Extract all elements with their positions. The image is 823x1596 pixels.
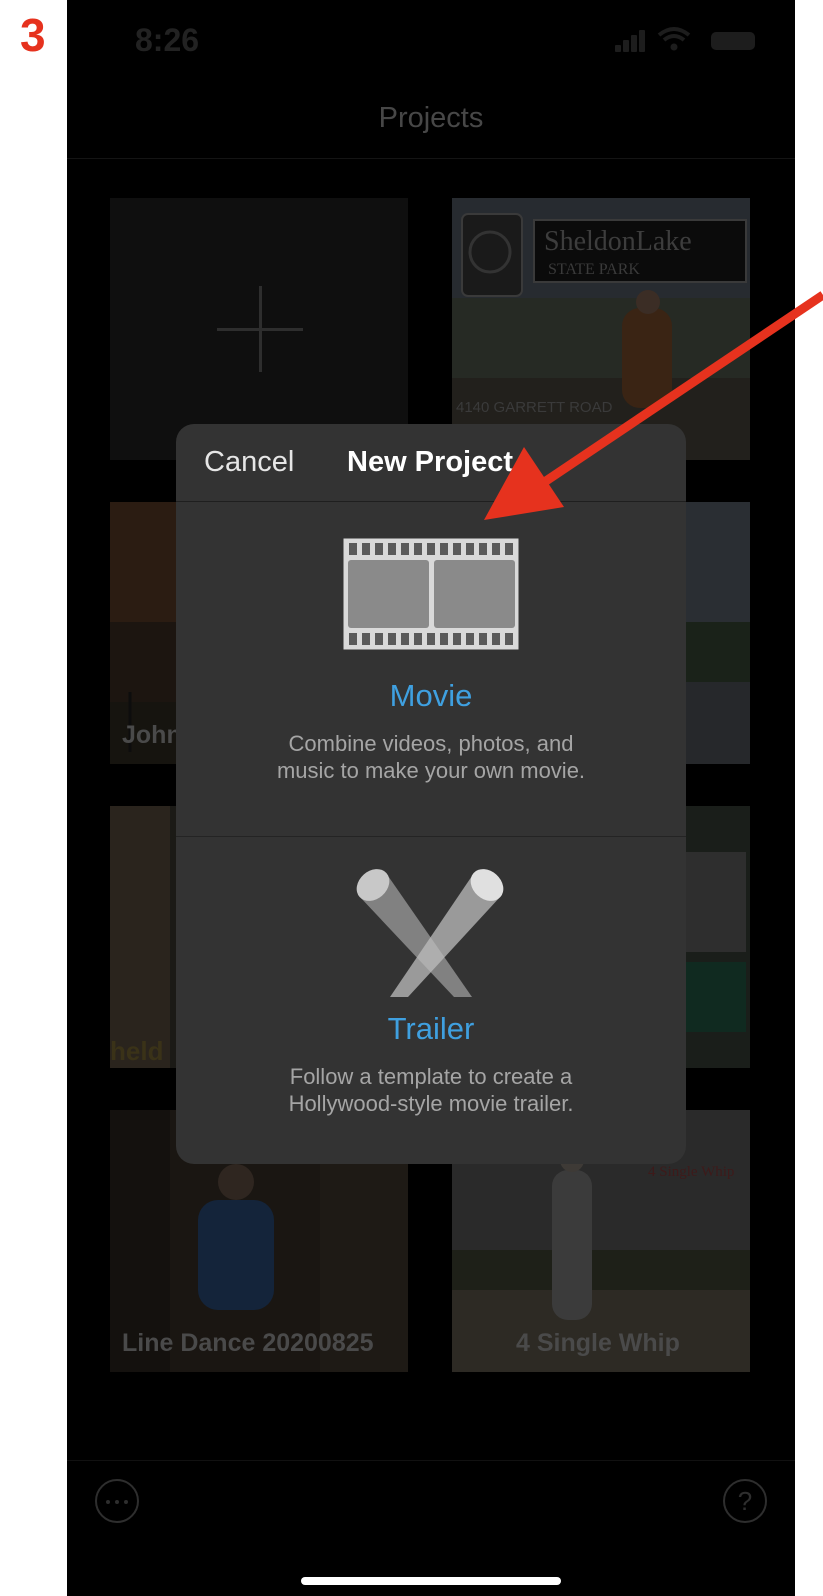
phone-screen: 8:26 Projects SheldonLake STATE PARK 414… bbox=[67, 0, 795, 1596]
trailer-title: Trailer bbox=[387, 1011, 475, 1046]
spotlight-icon bbox=[356, 869, 504, 997]
trailer-description-line: Hollywood-style movie trailer. bbox=[288, 1091, 574, 1116]
bottom-toolbar: ? bbox=[67, 1460, 795, 1596]
movie-title: Movie bbox=[389, 678, 473, 713]
signal-icon bbox=[615, 30, 647, 52]
cancel-button[interactable]: Cancel bbox=[204, 446, 294, 479]
annotation-arrow bbox=[484, 291, 823, 520]
wifi-icon bbox=[657, 27, 691, 51]
status-bar: 8:26 bbox=[67, 0, 795, 80]
help-icon[interactable]: ? bbox=[723, 1479, 767, 1523]
trailer-description: Follow a template to create a Hollywood-… bbox=[216, 1063, 646, 1117]
movie-option[interactable]: Movie Combine videos, photos, and music … bbox=[176, 502, 686, 837]
battery-icon bbox=[711, 32, 755, 50]
project-title: 4 Single Whip bbox=[516, 1329, 680, 1357]
svg-text:STATE PARK: STATE PARK bbox=[548, 261, 640, 278]
plus-icon bbox=[217, 286, 303, 372]
home-indicator[interactable] bbox=[301, 1577, 561, 1585]
svg-text:4 Single Whip: 4 Single Whip bbox=[648, 1164, 734, 1180]
status-icons bbox=[575, 27, 755, 52]
trailer-option[interactable]: Trailer Follow a template to create a Ho… bbox=[176, 837, 686, 1164]
new-project-tile[interactable] bbox=[110, 198, 408, 460]
movie-description-line: Combine videos, photos, and bbox=[288, 731, 574, 756]
movie-description-line: music to make your own movie. bbox=[276, 758, 586, 783]
svg-text:SheldonLake: SheldonLake bbox=[544, 226, 692, 257]
step-number: 3 bbox=[20, 9, 46, 61]
status-time: 8:26 bbox=[135, 22, 200, 58]
movie-description: Combine videos, photos, and music to mak… bbox=[216, 730, 646, 784]
film-strip-icon bbox=[343, 538, 519, 650]
more-icon[interactable] bbox=[95, 1479, 139, 1523]
project-title: Line Dance 20200825 bbox=[122, 1329, 374, 1357]
new-project-dialog: Cancel New Project Movie Combine videos,… bbox=[176, 424, 686, 1164]
trailer-description-line: Follow a template to create a bbox=[289, 1064, 573, 1089]
svg-text:held: held bbox=[110, 1036, 163, 1066]
nav-bar: Projects bbox=[67, 80, 795, 159]
project-title: John bbox=[122, 721, 182, 749]
page-title: Projects bbox=[378, 102, 484, 134]
